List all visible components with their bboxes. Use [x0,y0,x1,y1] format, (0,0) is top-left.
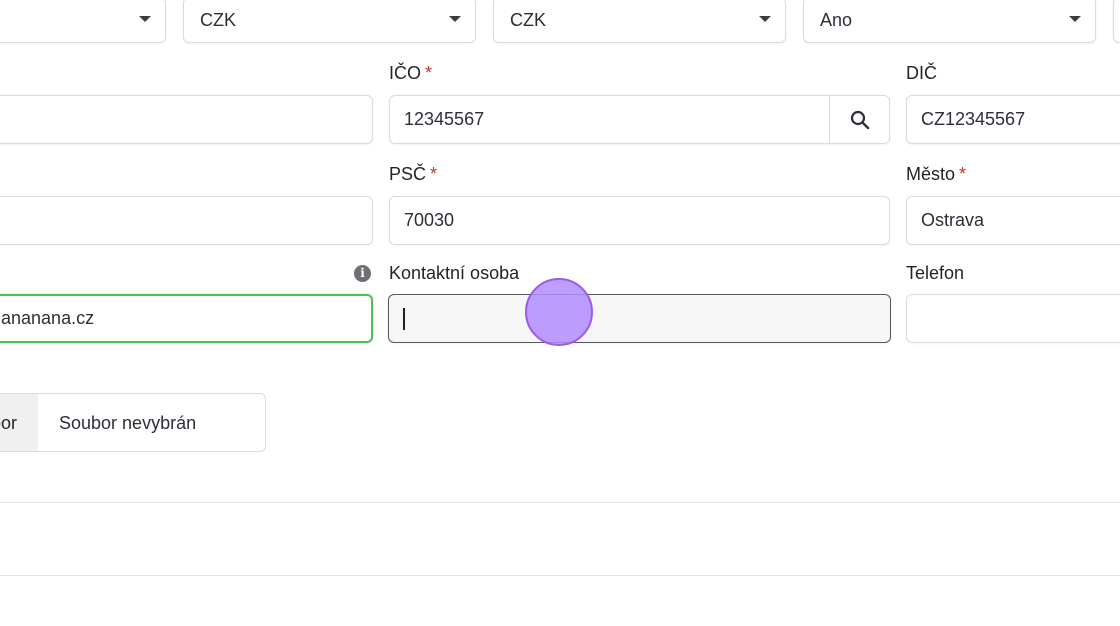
select-yes-no-value: Ano [820,10,853,30]
click-indicator [525,278,593,346]
select-currency-1[interactable]: CZK [183,0,476,43]
select-currency-2[interactable]: CZK [493,0,786,43]
ico-field[interactable]: 12345567 [389,95,890,144]
text-cursor [403,308,405,330]
divider [0,502,1120,503]
ico-label: IČO * [389,63,433,83]
chevron-down-icon [759,16,771,22]
file-input[interactable]: Vybrat soubor Soubor nevybrán [0,393,266,452]
dic-value: CZ12345567 [921,109,1026,129]
mesto-field[interactable]: Ostrava [906,196,1120,245]
dic-label: DIČ [906,63,937,83]
search-icon [850,110,869,129]
select-yes-no[interactable]: Ano [803,0,1096,43]
ico-value: 12345567 [404,109,485,129]
mesto-label: Město * [906,164,967,184]
file-choose-button[interactable]: Vybrat soubor [0,394,38,451]
mesto-value: Ostrava [921,210,985,230]
telefon-field[interactable] [906,294,1120,343]
telefon-label: Telefon [906,263,965,283]
select-5[interactable] [1113,0,1120,43]
chevron-down-icon [1069,16,1081,22]
select-currency-1-value: CZK [200,10,236,30]
divider [0,575,1120,576]
psc-value: 70030 [404,210,455,230]
psc-field[interactable]: 70030 [389,196,890,245]
info-icon[interactable]: i [354,265,371,282]
select-currency-2-value: CZK [510,10,546,30]
select-1[interactable] [0,0,166,43]
kontakt-label: Kontaktní osoba [389,263,520,283]
kontakt-field[interactable] [388,294,891,343]
web-value: ananana.cz [1,308,95,328]
file-status: Soubor nevybrán [59,413,197,433]
chevron-down-icon [139,16,151,22]
psc-label: PSČ * [389,164,438,184]
ico-search-button[interactable] [829,96,889,143]
chevron-down-icon [449,16,461,22]
left-field-row2[interactable] [0,196,373,245]
dic-field[interactable]: CZ12345567 [906,95,1120,144]
left-field-row1[interactable] [0,95,373,144]
web-field[interactable]: ananana.cz [0,294,373,343]
